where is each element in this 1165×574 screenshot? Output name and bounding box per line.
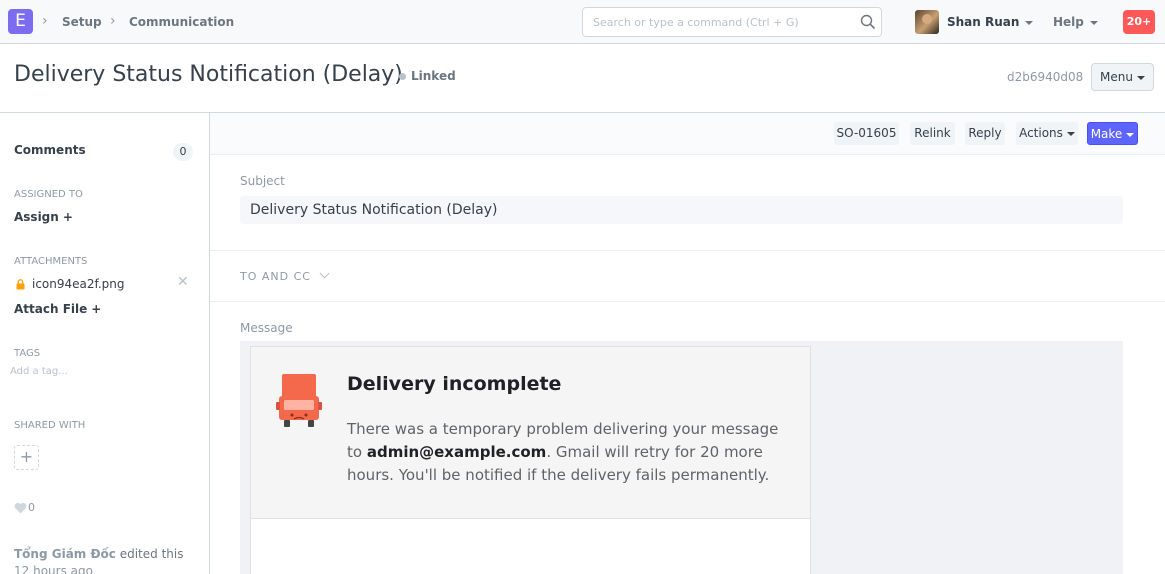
document-name: d2b6940d08 [1007,70,1084,84]
timeline-user[interactable]: Tổng Giám Đốc [14,547,116,561]
menu-button[interactable]: Menu [1091,63,1154,91]
page-head: Delivery Status Notification (Delay) Lin… [0,45,1165,113]
attach-file-label: Attach File [14,302,88,316]
caret-down-icon [1126,132,1135,137]
caret-down-icon [1136,75,1145,80]
assign-button[interactable]: Assign + [14,210,73,224]
attachments-label: ATTACHMENTS [14,256,88,267]
status-indicator-icon [399,73,406,80]
form-toolbar: SO-01605 Relink Reply Actions Make [210,113,1165,155]
breadcrumb-communication[interactable]: Communication [129,15,234,29]
make-button[interactable]: Make [1087,122,1138,145]
message-label: Message [240,321,293,335]
timeline-action: edited this [115,547,184,561]
actions-label: Actions [1019,126,1063,140]
page-title: Delivery Status Notification (Delay) [14,62,403,87]
assign-label: Assign [14,210,59,224]
add-share-button[interactable]: + [14,445,39,470]
message-content: Delivery incomplete There was a temporar… [240,341,1123,574]
tags-label: TAGS [14,348,41,359]
tag-input[interactable] [10,366,190,377]
comments-link[interactable]: Comments [14,143,86,157]
chevron-right-icon: › [42,13,48,29]
email-address: admin@example.com [366,443,547,461]
comments-count: 0 [173,143,193,161]
make-label: Make [1090,127,1123,141]
navbar: E › Setup › Communication Shan Ruan Help… [0,0,1165,44]
remove-attachment-icon[interactable]: ✕ [177,274,189,290]
search-box [582,7,882,37]
lock-icon [16,279,25,290]
like-count: 0 [28,501,35,514]
chevron-right-icon: › [110,13,116,29]
user-menu[interactable]: Shan Ruan [947,15,1034,29]
to-cc-section-toggle[interactable]: TO AND CC [240,268,330,283]
plus-icon: + [62,210,73,224]
delivery-truck-icon [276,374,322,427]
main-form: SO-01605 Relink Reply Actions Make Subje… [210,113,1165,574]
shared-with-label: SHARED WITH [14,420,86,431]
breadcrumb-setup[interactable]: Setup [62,15,102,29]
to-cc-label: TO AND CC [240,270,311,283]
caret-down-icon [1066,131,1075,136]
menu-label: Menu [1100,70,1133,84]
user-name: Shan Ruan [947,15,1020,29]
timeline-time: 12 hours ago [14,564,93,574]
relink-button[interactable]: Relink [910,122,955,145]
timeline-entry: Tổng Giám Đốc edited this [14,547,183,561]
attach-file-button[interactable]: Attach File + [14,302,101,316]
assigned-to-label: ASSIGNED TO [14,189,83,200]
reference-link[interactable]: SO-01605 [834,122,899,145]
section-divider [210,301,1165,302]
email-title: Delivery incomplete [347,373,562,395]
attachment-link[interactable]: icon94ea2f.png [32,277,125,291]
avatar[interactable] [915,10,939,34]
search-input[interactable] [583,8,843,36]
search-icon[interactable] [860,14,876,30]
sidebar: Comments 0 ASSIGNED TO Assign + ATTACHMEN… [0,113,210,574]
help-label: Help [1053,15,1084,29]
section-divider [210,250,1165,251]
email-card: Delivery incomplete There was a temporar… [250,346,811,519]
plus-icon: + [91,302,102,316]
app-logo[interactable]: E [8,9,33,34]
heart-icon[interactable] [14,502,27,514]
help-menu[interactable]: Help [1053,15,1098,29]
caret-down-icon [1025,20,1034,25]
subject-label: Subject [240,174,285,188]
chevron-down-icon [319,268,330,279]
plus-icon: + [19,447,34,466]
caret-down-icon [1089,20,1098,25]
email-footer [250,519,811,574]
subject-field[interactable]: Delivery Status Notification (Delay) [240,196,1123,224]
notifications-badge[interactable]: 20+ [1123,10,1155,34]
reply-button[interactable]: Reply [965,122,1005,145]
email-body: There was a temporary problem delivering… [347,418,797,487]
actions-button[interactable]: Actions [1016,122,1078,145]
status-badge: Linked [411,69,456,83]
